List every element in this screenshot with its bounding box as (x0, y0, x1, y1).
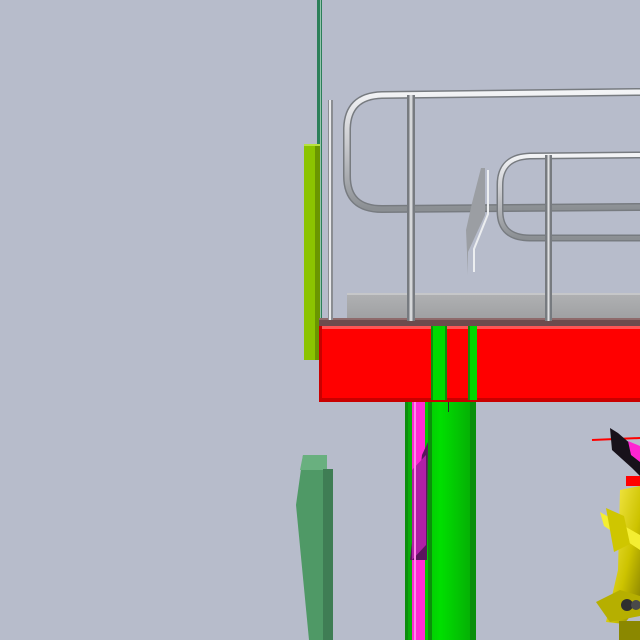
red-main-beam (319, 326, 640, 402)
platform-deck (319, 293, 640, 326)
3d-viewport[interactable] (0, 0, 640, 640)
lime-side-plate (304, 144, 320, 360)
steel-platform-scene (0, 0, 640, 640)
